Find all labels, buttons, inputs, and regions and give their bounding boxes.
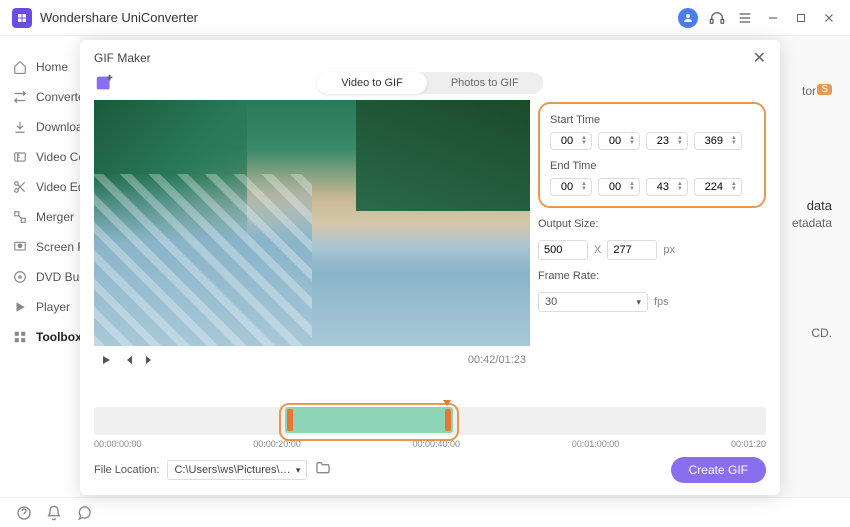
tab-photos-to-gif[interactable]: Photos to GIF [427, 72, 543, 94]
avatar[interactable] [678, 8, 698, 28]
end-mm-spinner[interactable]: 00▲▼ [598, 178, 640, 196]
output-height-input[interactable] [607, 240, 657, 260]
file-location-label: File Location: [94, 464, 159, 476]
playback-time: 00:42/01:23 [468, 354, 526, 366]
sidebar-item-compressor[interactable]: Video Compressor [0, 142, 80, 172]
start-hh-spinner[interactable]: 00▲▼ [550, 132, 592, 150]
sidebar-item-merger[interactable]: Merger [0, 202, 80, 232]
play-icon [12, 299, 28, 315]
start-ms-spinner[interactable]: 369▲▼ [694, 132, 742, 150]
convert-icon [12, 89, 28, 105]
app-title: Wondershare UniConverter [40, 10, 678, 25]
output-unit: px [663, 244, 675, 256]
file-location-select[interactable]: C:\Users\ws\Pictures\Wonders ▾ [167, 460, 307, 480]
disc-icon [12, 269, 28, 285]
sidebar-label: Video Compressor [36, 150, 80, 164]
start-ss-spinner[interactable]: 23▲▼ [646, 132, 688, 150]
minimize-icon[interactable] [764, 9, 782, 27]
maximize-icon[interactable] [792, 9, 810, 27]
statusbar [0, 497, 850, 527]
bg-text: tor [802, 84, 816, 98]
spinner-arrows-icon[interactable]: ▲▼ [629, 182, 635, 192]
prev-frame-button[interactable] [120, 352, 136, 368]
sidebar-label: Video Editor [36, 180, 80, 194]
sidebar-label: Merger [36, 210, 74, 224]
tab-video-to-gif[interactable]: Video to GIF [317, 72, 427, 94]
play-button[interactable] [98, 352, 114, 368]
download-icon [12, 119, 28, 135]
timeline-start-handle[interactable] [287, 409, 293, 431]
time-range-box: Start Time 00▲▼ 00▲▼ 23▲▼ 369▲▼ End Time… [538, 102, 766, 208]
sidebar-item-toolbox[interactable]: Toolbox [0, 322, 80, 352]
sidebar-label: Screen Recorder [36, 240, 80, 254]
sidebar-item-player[interactable]: Player [0, 292, 80, 322]
record-icon [12, 239, 28, 255]
chevron-down-icon: ▾ [296, 465, 301, 476]
create-gif-button[interactable]: Create GIF [671, 457, 766, 483]
spinner-arrows-icon[interactable]: ▲▼ [731, 136, 737, 146]
headset-icon[interactable] [708, 9, 726, 27]
spinner-arrows-icon[interactable]: ▲▼ [581, 182, 587, 192]
merge-icon [12, 209, 28, 225]
spinner-arrows-icon[interactable]: ▲▼ [677, 182, 683, 192]
spinner-arrows-icon[interactable]: ▲▼ [581, 136, 587, 146]
sidebar-label: Downloader [36, 120, 80, 134]
start-time-label: Start Time [550, 114, 754, 126]
grid-icon [12, 329, 28, 345]
menu-icon[interactable] [736, 9, 754, 27]
chevron-down-icon: ▾ [636, 297, 641, 308]
bg-text: data [807, 198, 832, 213]
close-icon[interactable] [820, 9, 838, 27]
modal-title: GIF Maker [94, 51, 753, 65]
sidebar-label: Toolbox [36, 330, 80, 344]
s-badge: S [817, 84, 832, 95]
end-hh-spinner[interactable]: 00▲▼ [550, 178, 592, 196]
add-file-button[interactable] [94, 72, 116, 94]
sidebar-item-dvd[interactable]: DVD Burner [0, 262, 80, 292]
spinner-arrows-icon[interactable]: ▲▼ [677, 136, 683, 146]
spinner-arrows-icon[interactable]: ▲▼ [731, 182, 737, 192]
spinner-arrows-icon[interactable]: ▲▼ [629, 136, 635, 146]
sidebar-label: Converter [36, 90, 80, 104]
bg-text: etadata [792, 216, 832, 230]
sidebar-item-editor[interactable]: Video Editor [0, 172, 80, 202]
bell-icon[interactable] [46, 505, 62, 521]
sidebar-item-recorder[interactable]: Screen Recorder [0, 232, 80, 262]
fps-unit: fps [654, 296, 669, 308]
frame-rate-label: Frame Rate: [538, 270, 766, 282]
bg-text: CD. [811, 326, 832, 340]
timeline-selection[interactable] [279, 403, 459, 441]
folder-icon[interactable] [315, 460, 331, 481]
home-icon [12, 59, 28, 75]
timeline-track[interactable] [94, 407, 766, 435]
scissors-icon [12, 179, 28, 195]
sidebar: Home Converter Downloader Video Compress… [0, 36, 80, 527]
sidebar-item-home[interactable]: Home [0, 52, 80, 82]
titlebar: Wondershare UniConverter [0, 0, 850, 36]
tab-group: Video to GIF Photos to GIF [317, 72, 542, 94]
end-ms-spinner[interactable]: 224▲▼ [694, 178, 742, 196]
output-width-input[interactable] [538, 240, 588, 260]
frame-rate-select[interactable]: 30 ▾ [538, 292, 648, 312]
chat-icon[interactable] [76, 505, 92, 521]
sidebar-label: Home [36, 60, 68, 74]
help-icon[interactable] [16, 505, 32, 521]
next-frame-button[interactable] [142, 352, 158, 368]
timeline-marker-icon[interactable] [443, 400, 451, 406]
output-size-label: Output Size: [538, 218, 766, 230]
sidebar-label: Player [36, 300, 70, 314]
sidebar-item-downloader[interactable]: Downloader [0, 112, 80, 142]
gif-maker-modal: GIF Maker ✕ Video to GIF Photos to GIF 0… [80, 40, 780, 495]
video-preview[interactable] [94, 100, 530, 346]
app-logo [12, 8, 32, 28]
sidebar-item-converter[interactable]: Converter [0, 82, 80, 112]
sidebar-label: DVD Burner [36, 270, 80, 284]
close-icon[interactable]: ✕ [753, 48, 766, 68]
output-x: X [594, 244, 601, 256]
timeline-end-handle[interactable] [445, 409, 451, 431]
end-time-label: End Time [550, 160, 754, 172]
start-mm-spinner[interactable]: 00▲▼ [598, 132, 640, 150]
end-ss-spinner[interactable]: 43▲▼ [646, 178, 688, 196]
compress-icon [12, 149, 28, 165]
